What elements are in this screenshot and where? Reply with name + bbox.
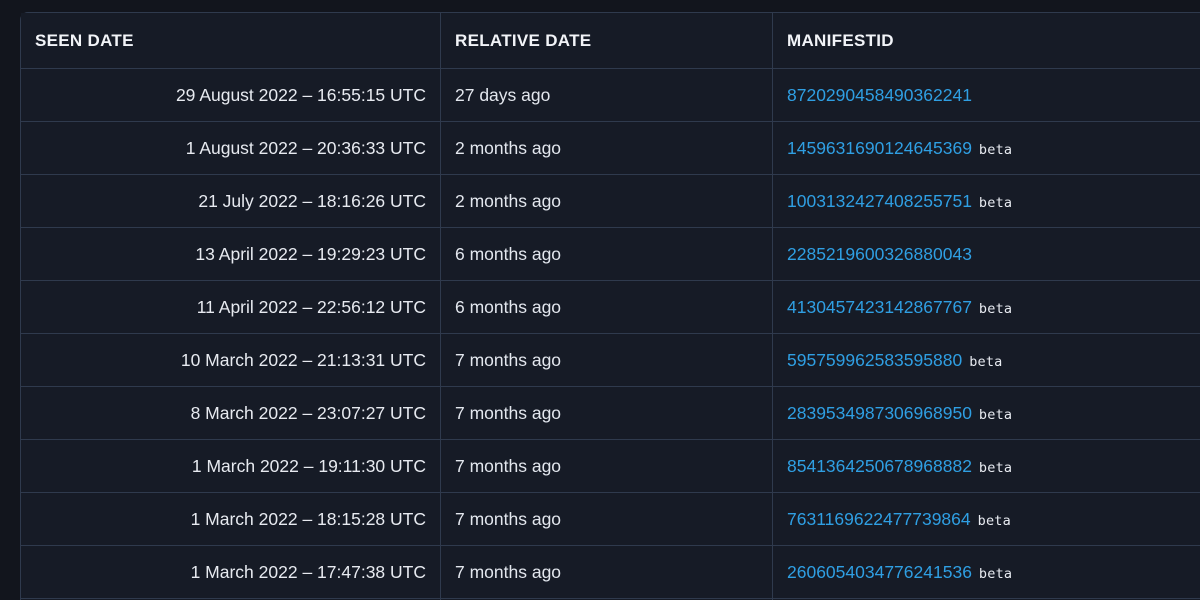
cell-seen-date: 1 March 2022 – 19:11:30 UTC — [21, 440, 441, 493]
cell-manifestid: 2839534987306968950 beta — [773, 387, 1200, 440]
table-row: 10 March 2022 – 21:13:31 UTC 7 months ago… — [21, 334, 1200, 387]
cell-manifestid: 2285219600326880043 — [773, 228, 1200, 281]
beta-badge: beta — [978, 565, 1013, 582]
cell-seen-date: 1 March 2022 – 17:47:38 UTC — [21, 546, 441, 599]
manifestid-link[interactable]: 595759962583595880 — [787, 350, 962, 370]
beta-badge: beta — [978, 459, 1013, 476]
table-row: 13 April 2022 – 19:29:23 UTC 6 months ago… — [21, 228, 1200, 281]
cell-relative-date: 6 months ago — [441, 228, 773, 281]
table-row: 1 August 2022 – 20:36:33 UTC 2 months ago… — [21, 122, 1200, 175]
cell-relative-date: 27 days ago — [441, 69, 773, 122]
cell-relative-date: 2 months ago — [441, 175, 773, 228]
table-row: 11 April 2022 – 22:56:12 UTC 6 months ago… — [21, 281, 1200, 334]
cell-seen-date: 8 March 2022 – 23:07:27 UTC — [21, 387, 441, 440]
table-row: 21 July 2022 – 18:16:26 UTC 2 months ago 1… — [21, 175, 1200, 228]
cell-relative-date: 2 months ago — [441, 122, 773, 175]
cell-seen-date: 13 April 2022 – 19:29:23 UTC — [21, 228, 441, 281]
manifestid-link[interactable]: 1459631690124645369 — [787, 138, 972, 158]
beta-badge: beta — [969, 353, 1003, 370]
table-header-row: SEEN DATE RELATIVE DATE MANIFESTID — [21, 13, 1200, 69]
cell-seen-date: 11 April 2022 – 22:56:12 UTC — [21, 281, 441, 334]
table-row: 1 March 2022 – 18:15:28 UTC 7 months ago 7… — [21, 493, 1200, 546]
beta-badge: beta — [978, 406, 1013, 423]
cell-seen-date: 10 March 2022 – 21:13:31 UTC — [21, 334, 441, 387]
manifest-history-table: SEEN DATE RELATIVE DATE MANIFESTID 29 Au… — [20, 12, 1200, 600]
beta-badge: beta — [977, 512, 1011, 529]
column-header-relative-date[interactable]: RELATIVE DATE — [441, 13, 773, 69]
cell-relative-date: 7 months ago — [441, 334, 773, 387]
table-row: 29 August 2022 – 16:55:15 UTC 27 days ago… — [21, 69, 1200, 122]
cell-seen-date: 1 August 2022 – 20:36:33 UTC — [21, 122, 441, 175]
cell-manifestid: 1459631690124645369 beta — [773, 122, 1200, 175]
manifestid-link[interactable]: 2285219600326880043 — [787, 244, 972, 264]
column-header-manifestid[interactable]: MANIFESTID — [773, 13, 1200, 69]
cell-relative-date: 7 months ago — [441, 440, 773, 493]
cell-relative-date: 6 months ago — [441, 281, 773, 334]
table-row: 8 March 2022 – 23:07:27 UTC 7 months ago 2… — [21, 387, 1200, 440]
page-root: SEEN DATE RELATIVE DATE MANIFESTID 29 Au… — [0, 0, 1200, 600]
cell-manifestid: 595759962583595880 beta — [773, 334, 1200, 387]
cell-relative-date: 7 months ago — [441, 493, 773, 546]
manifestid-link[interactable]: 8541364250678968882 — [787, 456, 972, 476]
cell-relative-date: 7 months ago — [441, 546, 773, 599]
cell-manifestid: 7631169622477739864 beta — [773, 493, 1200, 546]
manifestid-link[interactable]: 8720290458490362241 — [787, 85, 972, 105]
cell-manifestid: 1003132427408255751 beta — [773, 175, 1200, 228]
manifestid-link[interactable]: 1003132427408255751 — [787, 191, 972, 211]
column-header-seen-date[interactable]: SEEN DATE — [21, 13, 441, 69]
beta-badge: beta — [978, 300, 1013, 317]
cell-manifestid: 2606054034776241536 beta — [773, 546, 1200, 599]
manifestid-link[interactable]: 7631169622477739864 — [787, 509, 971, 529]
beta-badge: beta — [978, 194, 1013, 211]
table-row: 1 March 2022 – 19:11:30 UTC 7 months ago 8… — [21, 440, 1200, 493]
cell-seen-date: 21 July 2022 – 18:16:26 UTC — [21, 175, 441, 228]
table-scroll-container[interactable]: SEEN DATE RELATIVE DATE MANIFESTID 29 Au… — [20, 12, 1200, 600]
beta-badge: beta — [978, 141, 1013, 158]
cell-manifestid: 8541364250678968882 beta — [773, 440, 1200, 493]
table-body: 29 August 2022 – 16:55:15 UTC 27 days ago… — [21, 69, 1200, 600]
cell-relative-date: 7 months ago — [441, 387, 773, 440]
manifestid-link[interactable]: 4130457423142867767 — [787, 297, 972, 317]
manifestid-link[interactable]: 2839534987306968950 — [787, 403, 972, 423]
table-header: SEEN DATE RELATIVE DATE MANIFESTID — [21, 13, 1200, 69]
cell-manifestid: 4130457423142867767 beta — [773, 281, 1200, 334]
cell-seen-date: 1 March 2022 – 18:15:28 UTC — [21, 493, 441, 546]
cell-manifestid: 8720290458490362241 — [773, 69, 1200, 122]
cell-seen-date: 29 August 2022 – 16:55:15 UTC — [21, 69, 441, 122]
manifestid-link[interactable]: 2606054034776241536 — [787, 562, 972, 582]
table-row: 1 March 2022 – 17:47:38 UTC 7 months ago 2… — [21, 546, 1200, 599]
